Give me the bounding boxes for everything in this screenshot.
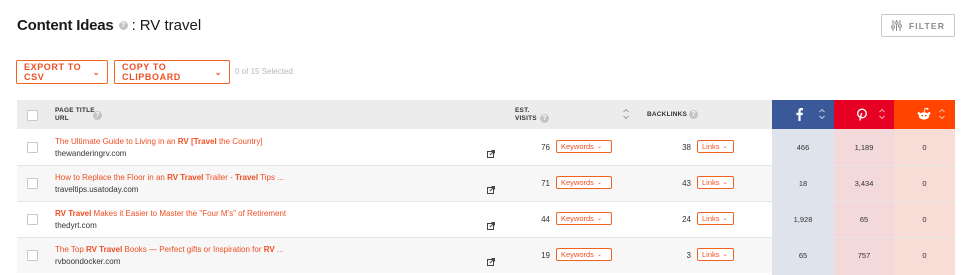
facebook-icon (796, 108, 803, 121)
column-reddit[interactable] (894, 100, 955, 129)
row-checkbox[interactable] (27, 178, 38, 189)
facebook-shares: 1,928 (793, 215, 813, 224)
sort-icon[interactable] (879, 108, 885, 120)
reddit-shares: 0 (922, 143, 927, 152)
pinterest-icon (856, 108, 868, 121)
page-header: Content Ideas ? : RV travel (17, 17, 201, 34)
select-all-checkbox[interactable] (27, 110, 38, 121)
keywords-button[interactable]: Keywords ⌄ (556, 176, 612, 189)
chevron-down-icon: ⌄ (596, 252, 602, 258)
selection-count: 0 of 15 Selected (235, 67, 293, 76)
chevron-down-icon: ⌄ (596, 180, 602, 186)
sliders-icon (890, 20, 902, 31)
reddit-shares: 0 (922, 179, 927, 188)
row-url: rvboondocker.com (55, 257, 121, 266)
row-url: traveltips.usatoday.com (55, 185, 139, 194)
row-checkbox[interactable] (27, 250, 38, 261)
sort-icon[interactable] (623, 108, 629, 120)
backlinks-value: 38 (682, 143, 691, 152)
sort-icon[interactable] (819, 108, 825, 120)
external-link-icon[interactable] (487, 258, 495, 266)
chevron-down-icon: ⌄ (596, 144, 602, 150)
row-title-link[interactable]: RV Travel Makes it Easier to Master the … (55, 209, 286, 218)
table-row: How to Replace the Floor in an RV Travel… (17, 165, 955, 201)
column-pinterest[interactable] (834, 100, 894, 129)
facebook-shares: 18 (798, 179, 808, 188)
facebook-shares: 466 (796, 143, 810, 152)
help-icon[interactable]: ? (540, 114, 549, 123)
chevron-down-icon: ⌄ (92, 67, 100, 77)
pinterest-shares: 65 (859, 215, 869, 224)
export-label: EXPORT TO CSV (24, 62, 82, 82)
column-page-title-label: PAGE TITLE (55, 107, 95, 114)
help-icon[interactable]: ? (689, 110, 698, 119)
column-page-title[interactable]: PAGE TITLE URL (55, 107, 95, 123)
page-title: Content Ideas (17, 17, 114, 34)
external-link-icon[interactable] (487, 186, 495, 194)
reddit-icon (917, 107, 931, 120)
row-checkbox[interactable] (27, 214, 38, 225)
sort-icon[interactable] (939, 108, 945, 120)
reddit-shares: 0 (922, 251, 927, 260)
column-url-label: URL (55, 115, 69, 122)
search-query: RV travel (139, 17, 202, 34)
column-est-visits[interactable]: EST. VISITS (515, 107, 537, 123)
title-separator: : (131, 17, 136, 34)
links-button[interactable]: Links ⌄ (697, 176, 734, 189)
copy-label: COPY TO CLIPBOARD (122, 62, 181, 82)
row-checkbox[interactable] (27, 142, 38, 153)
help-icon[interactable]: ? (118, 21, 128, 30)
pinterest-shares: 757 (857, 251, 871, 260)
filter-label: FILTER (908, 20, 946, 31)
row-title-link[interactable]: The Top RV Travel Books — Perfect gifts … (55, 245, 284, 254)
visits-value: 44 (541, 215, 550, 224)
facebook-shares: 65 (798, 251, 808, 260)
visits-value: 71 (541, 179, 550, 188)
chevron-down-icon: ⌄ (722, 180, 728, 186)
table-row: The Ultimate Guide to Living in an RV [T… (17, 129, 955, 165)
table-row: The Top RV Travel Books — Perfect gifts … (17, 237, 955, 273)
links-button[interactable]: Links ⌄ (697, 248, 734, 261)
export-csv-button[interactable]: EXPORT TO CSV ⌄ (16, 60, 108, 84)
chevron-down-icon: ⌄ (722, 144, 728, 150)
copy-clipboard-button[interactable]: COPY TO CLIPBOARD ⌄ (114, 60, 230, 84)
content-table: PAGE TITLE URL ? EST. VISITS ? BACKLINKS… (17, 100, 955, 275)
pinterest-shares: 3,434 (854, 179, 874, 188)
external-link-icon[interactable] (487, 222, 495, 230)
links-button[interactable]: Links ⌄ (697, 212, 734, 225)
table-row: RV Travel Makes it Easier to Master the … (17, 201, 955, 237)
chevron-down-icon: ⌄ (722, 252, 728, 258)
filter-button[interactable]: FILTER (881, 14, 955, 37)
column-est-label: EST. (515, 107, 530, 114)
help-icon[interactable]: ? (93, 111, 102, 120)
chevron-down-icon: ⌄ (596, 216, 602, 222)
row-url: thedyrt.com (55, 221, 97, 230)
column-visits-label: VISITS (515, 115, 537, 122)
reddit-shares: 0 (922, 215, 927, 224)
chevron-down-icon: ⌄ (722, 216, 728, 222)
keywords-button[interactable]: Keywords ⌄ (556, 212, 612, 225)
visits-value: 19 (541, 251, 550, 260)
external-link-icon[interactable] (487, 150, 495, 158)
backlinks-value: 3 (686, 251, 691, 260)
column-facebook[interactable] (772, 100, 834, 129)
backlinks-value: 24 (682, 215, 691, 224)
column-backlinks[interactable]: BACKLINKS (647, 111, 687, 119)
backlinks-value: 43 (682, 179, 691, 188)
keywords-button[interactable]: Keywords ⌄ (556, 140, 612, 153)
visits-value: 76 (541, 143, 550, 152)
links-button[interactable]: Links ⌄ (697, 140, 734, 153)
row-title-link[interactable]: The Ultimate Guide to Living in an RV [T… (55, 137, 263, 146)
keywords-button[interactable]: Keywords ⌄ (556, 248, 612, 261)
chevron-down-icon: ⌄ (214, 67, 222, 77)
row-url: thewanderingrv.com (55, 149, 127, 158)
row-title-link[interactable]: How to Replace the Floor in an RV Travel… (55, 173, 284, 182)
pinterest-shares: 1,189 (854, 143, 874, 152)
